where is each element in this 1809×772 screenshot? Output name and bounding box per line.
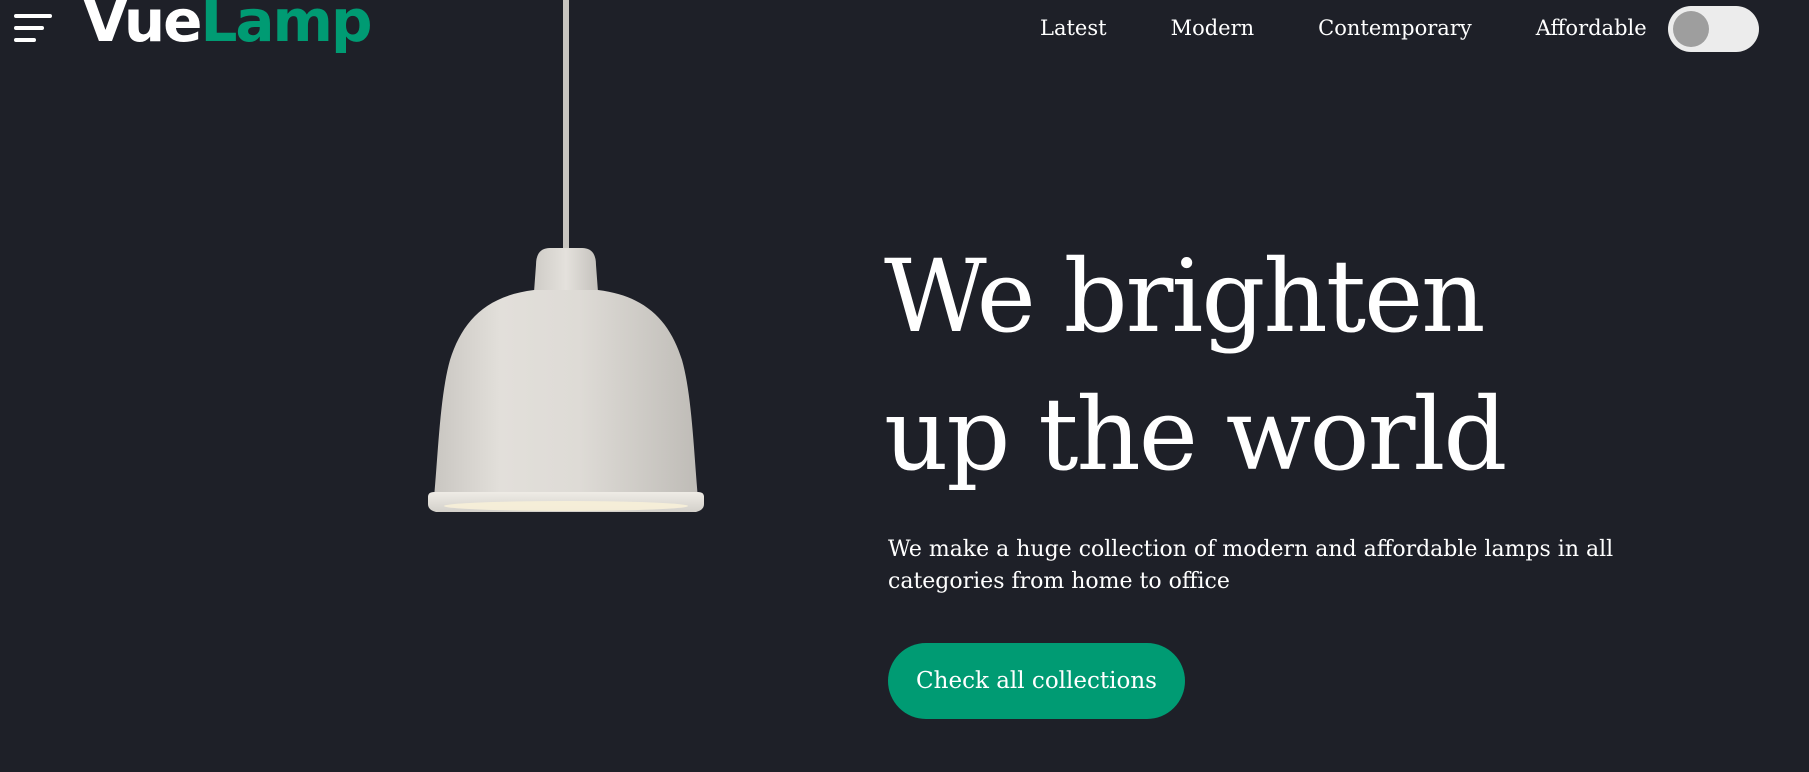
menu-line (14, 26, 44, 30)
hero-description: We make a huge collection of modern and … (888, 537, 1614, 594)
hamburger-menu-icon[interactable] (14, 12, 54, 46)
menu-line (14, 38, 36, 42)
lamp-bulb-glow (444, 501, 688, 511)
nav-link-contemporary[interactable]: Contemporary (1318, 16, 1472, 40)
check-all-collections-button[interactable]: Check all collections (888, 643, 1185, 719)
toggle-knob (1673, 11, 1709, 47)
nav-link-affordable[interactable]: Affordable (1536, 16, 1647, 40)
lamp-cap (534, 248, 598, 292)
hero-title: We brighten up the world (884, 228, 1507, 504)
main-nav: Latest Modern Contemporary Affordable (1040, 16, 1647, 40)
logo-text-lamp: Lamp (200, 0, 372, 55)
lamp-shade (434, 290, 698, 498)
nav-link-latest[interactable]: Latest (1040, 16, 1107, 40)
logo[interactable]: VueLamp (83, 0, 373, 50)
lamp-cord (563, 0, 569, 252)
hero-title-line-1: We brighten (884, 238, 1486, 355)
hero-title-line-2: up the world (884, 376, 1507, 493)
menu-line (14, 14, 52, 18)
nav-link-modern[interactable]: Modern (1171, 16, 1255, 40)
pendant-lamp-image (428, 0, 704, 512)
theme-toggle-switch[interactable] (1668, 6, 1759, 52)
logo-text-vue: Vue (83, 0, 202, 55)
